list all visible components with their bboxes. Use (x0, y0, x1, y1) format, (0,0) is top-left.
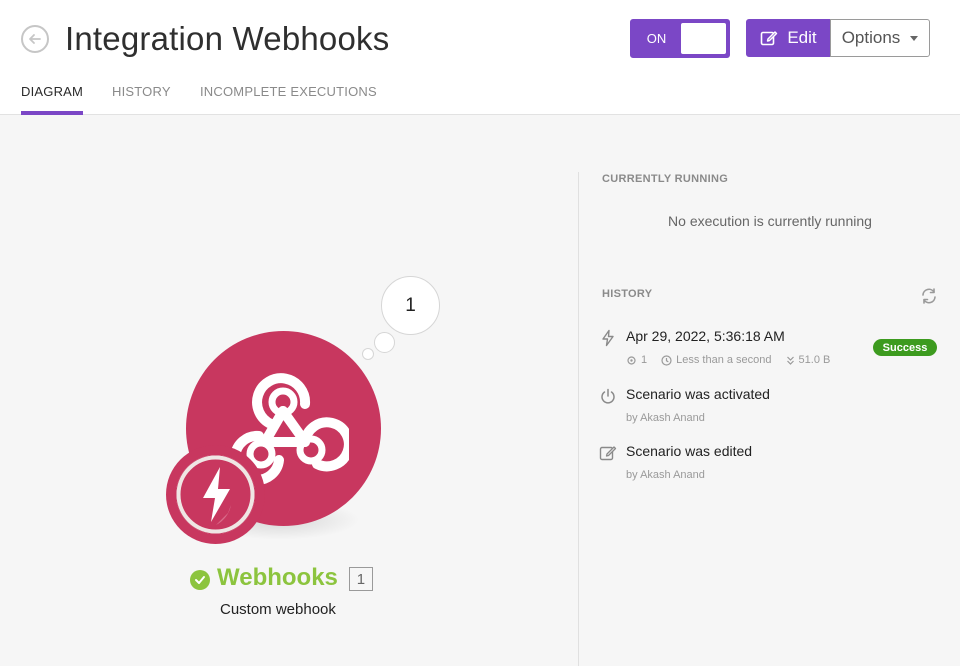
operations-stat: 1 (626, 354, 647, 366)
refresh-button[interactable] (920, 287, 938, 310)
refresh-icon (922, 288, 936, 304)
tab-diagram[interactable]: DIAGRAM (21, 84, 84, 115)
edit-label: Edit (787, 28, 817, 47)
chevrons-down-icon (786, 356, 794, 365)
scenario-toggle[interactable]: ON (630, 19, 730, 58)
module-subtitle: Custom webhook (220, 601, 336, 618)
history-item-author: by Akash Anand (626, 469, 705, 481)
toggle-label: ON (646, 31, 667, 46)
lightning-icon (602, 329, 614, 347)
module-id: 1 (348, 567, 373, 591)
history-item-title[interactable]: Scenario was activated (626, 386, 770, 402)
webhooks-module[interactable]: 1 Webhooks 1 Custom webhook (160, 270, 460, 630)
gear-icon (627, 355, 636, 365)
bubble-dot (362, 348, 374, 360)
module-name: Webhooks (217, 564, 338, 591)
edit-icon (761, 31, 778, 46)
history-title: HISTORY (602, 288, 653, 300)
history-item-author: by Akash Anand (626, 412, 705, 424)
edit-icon (599, 446, 617, 461)
currently-running-title: CURRENTLY RUNNING (602, 173, 729, 185)
panel-divider (578, 172, 579, 666)
duration-value: Less than a second (676, 354, 772, 366)
back-button[interactable] (21, 25, 49, 53)
options-dropdown[interactable]: Options (830, 19, 930, 57)
arrow-left-icon (29, 34, 41, 44)
edit-button[interactable]: Edit (746, 19, 831, 57)
caret-down-icon (910, 35, 919, 41)
size-value: 51.0 B (798, 354, 831, 366)
options-label: Options (841, 28, 901, 47)
history-item-meta: 1 Less than a second 51.0 B (626, 354, 830, 366)
operations-count: 1 (641, 354, 648, 366)
tab-history[interactable]: HISTORY (112, 84, 171, 115)
currently-running-message: No execution is currently running (668, 213, 872, 229)
tab-incomplete-executions[interactable]: INCOMPLETE EXECUTIONS (200, 84, 377, 115)
size-stat: 51.0 B (786, 354, 831, 366)
lightning-icon (176, 455, 255, 534)
bubble-dot (374, 332, 395, 353)
toggle-knob (680, 23, 726, 54)
header: Integration Webhooks ON Edit Options DIA… (0, 0, 960, 115)
clock-icon (661, 354, 672, 366)
duration-stat: Less than a second (661, 354, 772, 366)
status-badge: Success (873, 339, 937, 356)
operations-bubble[interactable]: 1 (381, 276, 440, 335)
page-title: Integration Webhooks (65, 20, 390, 57)
power-icon (601, 388, 615, 404)
history-item-title[interactable]: Scenario was edited (626, 443, 752, 459)
history-item-title[interactable]: Apr 29, 2022, 5:36:18 AM (626, 328, 785, 344)
check-circle-icon (190, 569, 210, 590)
trigger-badge (166, 445, 265, 544)
trigger-ring (176, 455, 255, 534)
module-name-row: Webhooks 1 (190, 564, 373, 592)
